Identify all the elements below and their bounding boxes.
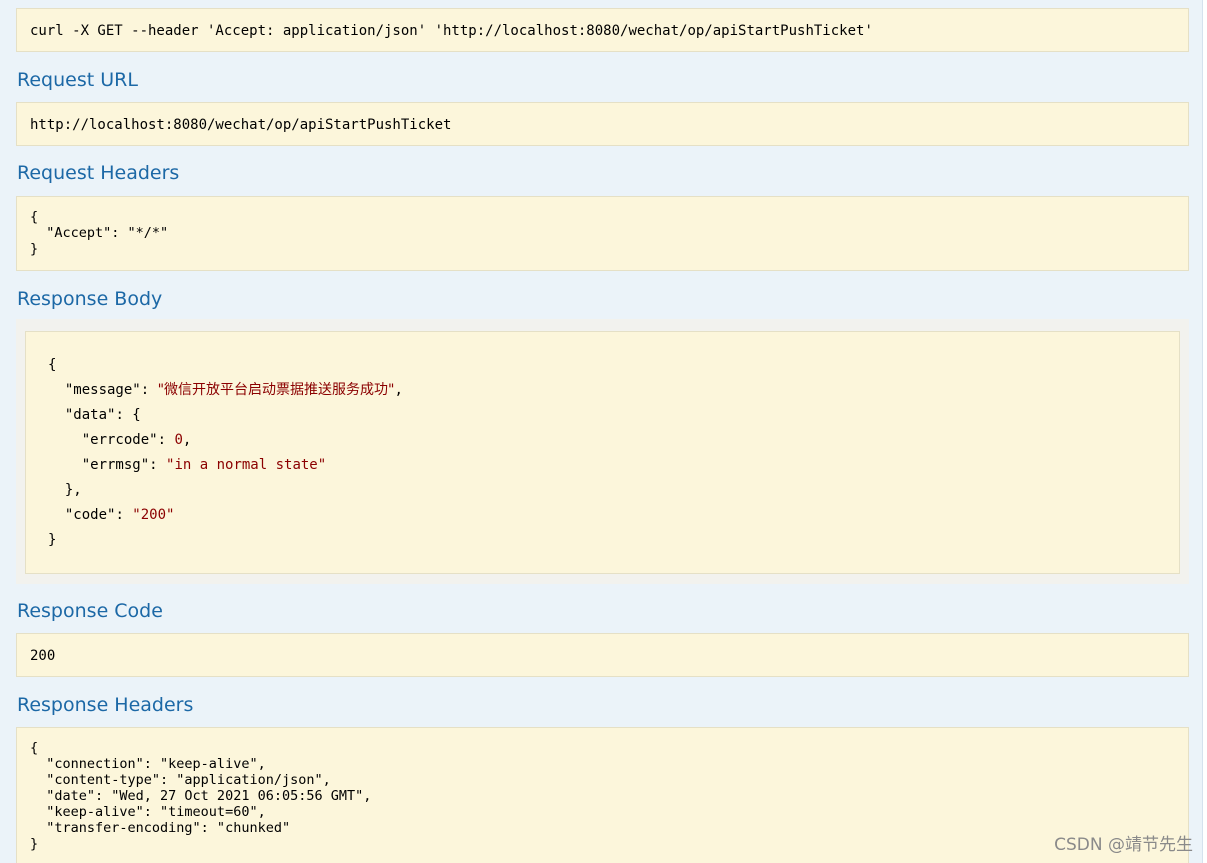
errmsg-value: "in a normal state" <box>166 457 327 473</box>
data-key: "data" <box>64 407 116 423</box>
response-headers-text: { "connection": "keep-alive", "content-t… <box>30 740 372 852</box>
response-panel: curl -X GET --header 'Accept: applicatio… <box>0 0 1203 863</box>
csdn-watermark: CSDN @靖节先生 <box>1054 835 1193 855</box>
curl-command-text: curl -X GET --header 'Accept: applicatio… <box>30 23 873 39</box>
request-url-block: http://localhost:8080/wechat/op/apiStart… <box>16 102 1189 146</box>
message-key: "message" <box>64 382 141 398</box>
request-headers-heading: Request Headers <box>17 162 180 184</box>
response-headers-block: { "connection": "keep-alive", "content-t… <box>16 727 1189 863</box>
json-close-brace: } <box>48 532 57 548</box>
request-headers-text: { "Accept": "*/*" } <box>30 209 169 257</box>
response-code-heading: Response Code <box>17 600 163 622</box>
request-headers-block: { "Accept": "*/*" } <box>16 196 1189 271</box>
response-code-text: 200 <box>30 648 56 664</box>
errcode-key: "errcode" <box>81 432 158 448</box>
response-body-block: { "message": "微信开放平台启动票据推送服务成功", "data":… <box>25 331 1180 574</box>
response-headers-heading: Response Headers <box>17 694 194 716</box>
response-body-heading: Response Body <box>17 288 163 310</box>
response-code-block: 200 <box>16 633 1189 677</box>
errmsg-key: "errmsg" <box>81 457 150 473</box>
message-value: "微信开放平台启动票据推送服务成功" <box>157 382 395 398</box>
request-url-heading: Request URL <box>17 69 138 91</box>
code-value: "200" <box>132 507 175 523</box>
code-key: "code" <box>64 507 116 523</box>
response-body-container: { "message": "微信开放平台启动票据推送服务成功", "data":… <box>16 319 1189 584</box>
request-url-text: http://localhost:8080/wechat/op/apiStart… <box>30 117 452 133</box>
curl-command-block: curl -X GET --header 'Accept: applicatio… <box>16 8 1189 52</box>
errcode-value: 0 <box>174 432 183 448</box>
json-open-brace: { <box>48 357 57 373</box>
